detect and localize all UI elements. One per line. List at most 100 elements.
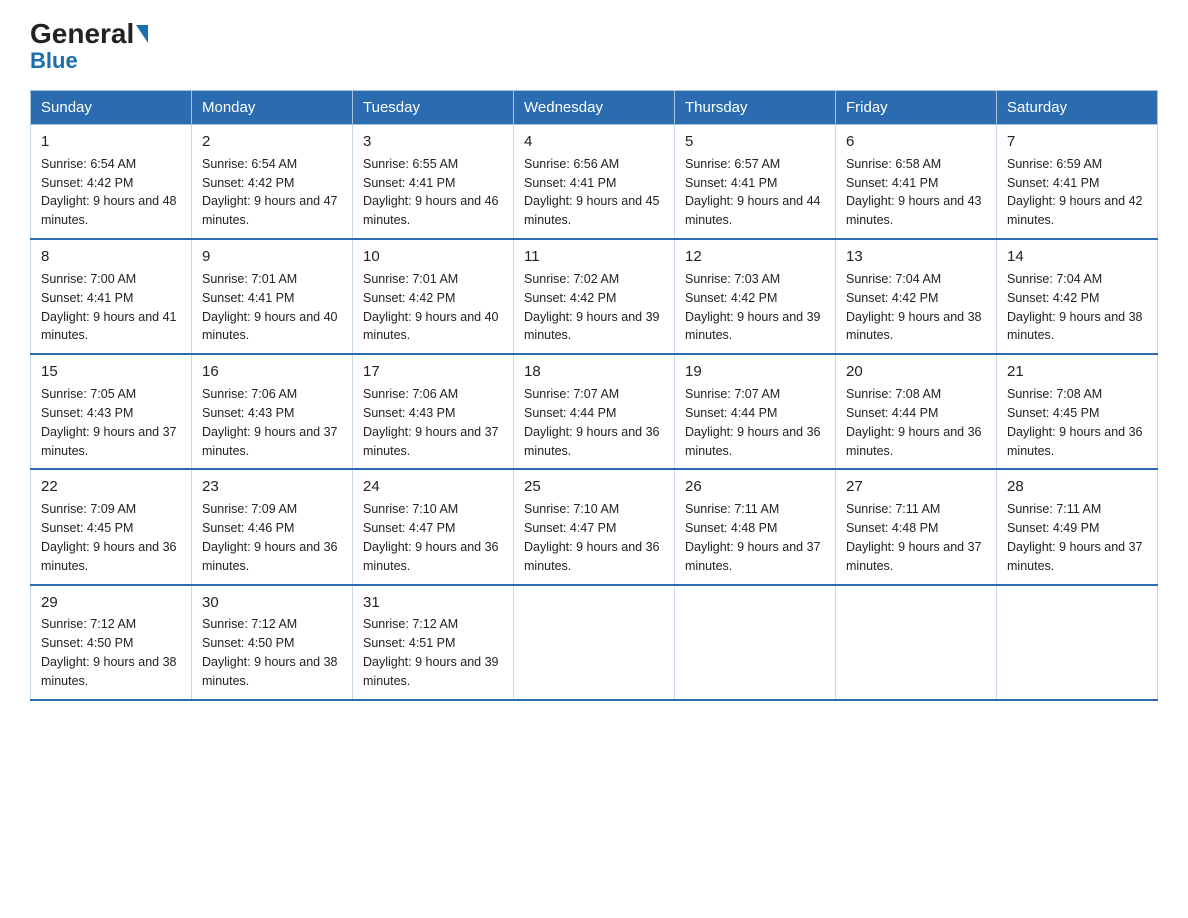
day-number: 25	[524, 476, 664, 498]
calendar-week-row: 29 Sunrise: 7:12 AMSunset: 4:50 PMDayligh…	[31, 585, 1158, 700]
day-number: 8	[41, 246, 181, 268]
day-number: 18	[524, 361, 664, 383]
day-info: Sunrise: 7:04 AMSunset: 4:42 PMDaylight:…	[846, 272, 982, 343]
logo-arrow-icon	[136, 25, 148, 43]
calendar-header-wednesday: Wednesday	[514, 91, 675, 125]
calendar-day-cell: 18 Sunrise: 7:07 AMSunset: 4:44 PMDayligh…	[514, 354, 675, 469]
day-number: 21	[1007, 361, 1147, 383]
calendar-day-cell: 2 Sunrise: 6:54 AMSunset: 4:42 PMDaylight…	[192, 125, 353, 240]
calendar-day-cell: 15 Sunrise: 7:05 AMSunset: 4:43 PMDayligh…	[31, 354, 192, 469]
day-number: 31	[363, 592, 503, 614]
calendar-day-cell: 7 Sunrise: 6:59 AMSunset: 4:41 PMDaylight…	[997, 125, 1158, 240]
day-info: Sunrise: 7:10 AMSunset: 4:47 PMDaylight:…	[524, 502, 660, 573]
day-number: 14	[1007, 246, 1147, 268]
calendar-day-cell: 30 Sunrise: 7:12 AMSunset: 4:50 PMDayligh…	[192, 585, 353, 700]
day-number: 6	[846, 131, 986, 153]
day-number: 30	[202, 592, 342, 614]
day-number: 1	[41, 131, 181, 153]
calendar-header-saturday: Saturday	[997, 91, 1158, 125]
day-number: 13	[846, 246, 986, 268]
day-info: Sunrise: 7:12 AMSunset: 4:51 PMDaylight:…	[363, 617, 499, 688]
calendar-day-cell: 12 Sunrise: 7:03 AMSunset: 4:42 PMDayligh…	[675, 239, 836, 354]
calendar-table: SundayMondayTuesdayWednesdayThursdayFrid…	[30, 90, 1158, 701]
day-number: 17	[363, 361, 503, 383]
calendar-header-monday: Monday	[192, 91, 353, 125]
day-info: Sunrise: 7:01 AMSunset: 4:42 PMDaylight:…	[363, 272, 499, 343]
day-info: Sunrise: 7:06 AMSunset: 4:43 PMDaylight:…	[363, 387, 499, 458]
day-number: 23	[202, 476, 342, 498]
day-info: Sunrise: 6:58 AMSunset: 4:41 PMDaylight:…	[846, 157, 982, 228]
day-info: Sunrise: 7:07 AMSunset: 4:44 PMDaylight:…	[524, 387, 660, 458]
day-info: Sunrise: 7:00 AMSunset: 4:41 PMDaylight:…	[41, 272, 177, 343]
calendar-day-cell: 11Sunrise: 7:02 AMSunset: 4:42 PMDayligh…	[514, 239, 675, 354]
calendar-day-cell: 19 Sunrise: 7:07 AMSunset: 4:44 PMDayligh…	[675, 354, 836, 469]
day-info: Sunrise: 7:03 AMSunset: 4:42 PMDaylight:…	[685, 272, 821, 343]
calendar-day-cell: 21 Sunrise: 7:08 AMSunset: 4:45 PMDayligh…	[997, 354, 1158, 469]
day-info: Sunrise: 7:01 AMSunset: 4:41 PMDaylight:…	[202, 272, 338, 343]
calendar-day-cell: 17 Sunrise: 7:06 AMSunset: 4:43 PMDayligh…	[353, 354, 514, 469]
day-number: 26	[685, 476, 825, 498]
day-info: Sunrise: 7:11 AMSunset: 4:48 PMDaylight:…	[685, 502, 821, 573]
calendar-day-cell: 8 Sunrise: 7:00 AMSunset: 4:41 PMDaylight…	[31, 239, 192, 354]
calendar-day-cell: 6 Sunrise: 6:58 AMSunset: 4:41 PMDaylight…	[836, 125, 997, 240]
calendar-day-cell: 25 Sunrise: 7:10 AMSunset: 4:47 PMDayligh…	[514, 469, 675, 584]
calendar-header-row: SundayMondayTuesdayWednesdayThursdayFrid…	[31, 91, 1158, 125]
day-info: Sunrise: 7:04 AMSunset: 4:42 PMDaylight:…	[1007, 272, 1143, 343]
day-info: Sunrise: 7:08 AMSunset: 4:44 PMDaylight:…	[846, 387, 982, 458]
day-number: 24	[363, 476, 503, 498]
calendar-day-cell: 24Sunrise: 7:10 AMSunset: 4:47 PMDayligh…	[353, 469, 514, 584]
calendar-week-row: 22Sunrise: 7:09 AMSunset: 4:45 PMDayligh…	[31, 469, 1158, 584]
logo-blue: Blue	[30, 50, 78, 72]
calendar-day-cell: 31 Sunrise: 7:12 AMSunset: 4:51 PMDayligh…	[353, 585, 514, 700]
day-number: 27	[846, 476, 986, 498]
day-number: 9	[202, 246, 342, 268]
calendar-day-cell: 27 Sunrise: 7:11 AMSunset: 4:48 PMDayligh…	[836, 469, 997, 584]
day-number: 10	[363, 246, 503, 268]
calendar-week-row: 8 Sunrise: 7:00 AMSunset: 4:41 PMDaylight…	[31, 239, 1158, 354]
calendar-day-cell	[997, 585, 1158, 700]
calendar-day-cell: 14 Sunrise: 7:04 AMSunset: 4:42 PMDayligh…	[997, 239, 1158, 354]
day-info: Sunrise: 7:09 AMSunset: 4:46 PMDaylight:…	[202, 502, 338, 573]
calendar-day-cell: 20 Sunrise: 7:08 AMSunset: 4:44 PMDayligh…	[836, 354, 997, 469]
day-number: 2	[202, 131, 342, 153]
logo: General Blue	[30, 20, 148, 72]
calendar-day-cell: 23 Sunrise: 7:09 AMSunset: 4:46 PMDayligh…	[192, 469, 353, 584]
day-number: 16	[202, 361, 342, 383]
calendar-day-cell: 3Sunrise: 6:55 AMSunset: 4:41 PMDaylight…	[353, 125, 514, 240]
calendar-header-thursday: Thursday	[675, 91, 836, 125]
day-number: 5	[685, 131, 825, 153]
day-info: Sunrise: 6:59 AMSunset: 4:41 PMDaylight:…	[1007, 157, 1143, 228]
day-info: Sunrise: 6:57 AMSunset: 4:41 PMDaylight:…	[685, 157, 821, 228]
day-info: Sunrise: 7:11 AMSunset: 4:48 PMDaylight:…	[846, 502, 982, 573]
calendar-week-row: 15 Sunrise: 7:05 AMSunset: 4:43 PMDayligh…	[31, 354, 1158, 469]
day-info: Sunrise: 7:12 AMSunset: 4:50 PMDaylight:…	[202, 617, 338, 688]
day-number: 4	[524, 131, 664, 153]
calendar-day-cell: 4 Sunrise: 6:56 AMSunset: 4:41 PMDaylight…	[514, 125, 675, 240]
day-info: Sunrise: 6:56 AMSunset: 4:41 PMDaylight:…	[524, 157, 660, 228]
day-number: 19	[685, 361, 825, 383]
day-info: Sunrise: 7:09 AMSunset: 4:45 PMDaylight:…	[41, 502, 177, 573]
day-number: 3	[363, 131, 503, 153]
calendar-day-cell: 10 Sunrise: 7:01 AMSunset: 4:42 PMDayligh…	[353, 239, 514, 354]
calendar-day-cell: 9 Sunrise: 7:01 AMSunset: 4:41 PMDaylight…	[192, 239, 353, 354]
day-info: Sunrise: 6:54 AMSunset: 4:42 PMDaylight:…	[41, 157, 177, 228]
day-info: Sunrise: 7:05 AMSunset: 4:43 PMDaylight:…	[41, 387, 177, 458]
calendar-day-cell: 26 Sunrise: 7:11 AMSunset: 4:48 PMDayligh…	[675, 469, 836, 584]
day-info: Sunrise: 7:02 AMSunset: 4:42 PMDaylight:…	[524, 272, 660, 343]
calendar-day-cell	[836, 585, 997, 700]
day-number: 29	[41, 592, 181, 614]
day-info: Sunrise: 7:12 AMSunset: 4:50 PMDaylight:…	[41, 617, 177, 688]
calendar-day-cell: 22Sunrise: 7:09 AMSunset: 4:45 PMDayligh…	[31, 469, 192, 584]
day-info: Sunrise: 7:07 AMSunset: 4:44 PMDaylight:…	[685, 387, 821, 458]
day-number: 12	[685, 246, 825, 268]
day-info: Sunrise: 6:54 AMSunset: 4:42 PMDaylight:…	[202, 157, 338, 228]
logo-general: General	[30, 20, 148, 48]
day-number: 20	[846, 361, 986, 383]
calendar-week-row: 1 Sunrise: 6:54 AMSunset: 4:42 PMDaylight…	[31, 125, 1158, 240]
day-number: 15	[41, 361, 181, 383]
calendar-day-cell	[675, 585, 836, 700]
day-info: Sunrise: 7:08 AMSunset: 4:45 PMDaylight:…	[1007, 387, 1143, 458]
day-info: Sunrise: 7:06 AMSunset: 4:43 PMDaylight:…	[202, 387, 338, 458]
day-number: 7	[1007, 131, 1147, 153]
page-header: General Blue	[30, 20, 1158, 72]
